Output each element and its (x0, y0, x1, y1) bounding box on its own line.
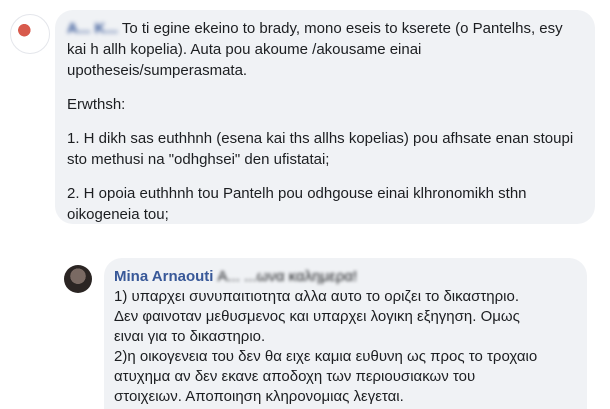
reply-greeting: A... ...ωνα καλημερα! (217, 268, 358, 285)
question-label: Erwthsh: (67, 96, 126, 113)
avatar[interactable] (10, 14, 50, 54)
comment-bubble: A... K... To ti egine ekeino to brady, mo… (55, 10, 595, 224)
reply-header: Mina Arnaouti A... ...ωνα καλημερα! (114, 267, 577, 287)
reply-line: ατυχημα αν δεν εκανε αποδοχη των περιουσ… (114, 368, 476, 385)
reply-line: 1) υπαρχει συνυπαιτιοτητα αλλα αυτο το ο… (114, 288, 520, 305)
reply-line: 2)η οικογενεια του δεν θα ειχε καμια ευθ… (114, 348, 538, 365)
reply-line: Δεν φαινοταν μεθυσμενος και υπαρχει λογι… (114, 308, 520, 325)
reply-bubble: Mina Arnaouti A... ...ωνα καλημερα! 1) υπ… (104, 258, 587, 409)
reply-line: στοιχειων. Αποποιηση κληρονομιας λεγεται… (114, 388, 404, 405)
comment-author[interactable]: A... K... (67, 20, 118, 37)
question-2: 2. H opoia euthhnh tou Pantelh pou odhgo… (67, 185, 527, 223)
reply-line: ειναι για το δικαστηριο. (114, 328, 266, 345)
question-1: 1. H dikh sas euthhnh (esena kai ths all… (67, 130, 574, 168)
comment-intro: A... K... To ti egine ekeino to brady, mo… (67, 18, 583, 81)
comment-text: To ti egine ekeino to brady, mono eseis … (67, 20, 563, 79)
reply-author[interactable]: Mina Arnaouti (114, 268, 213, 285)
reply-avatar[interactable] (64, 265, 92, 293)
